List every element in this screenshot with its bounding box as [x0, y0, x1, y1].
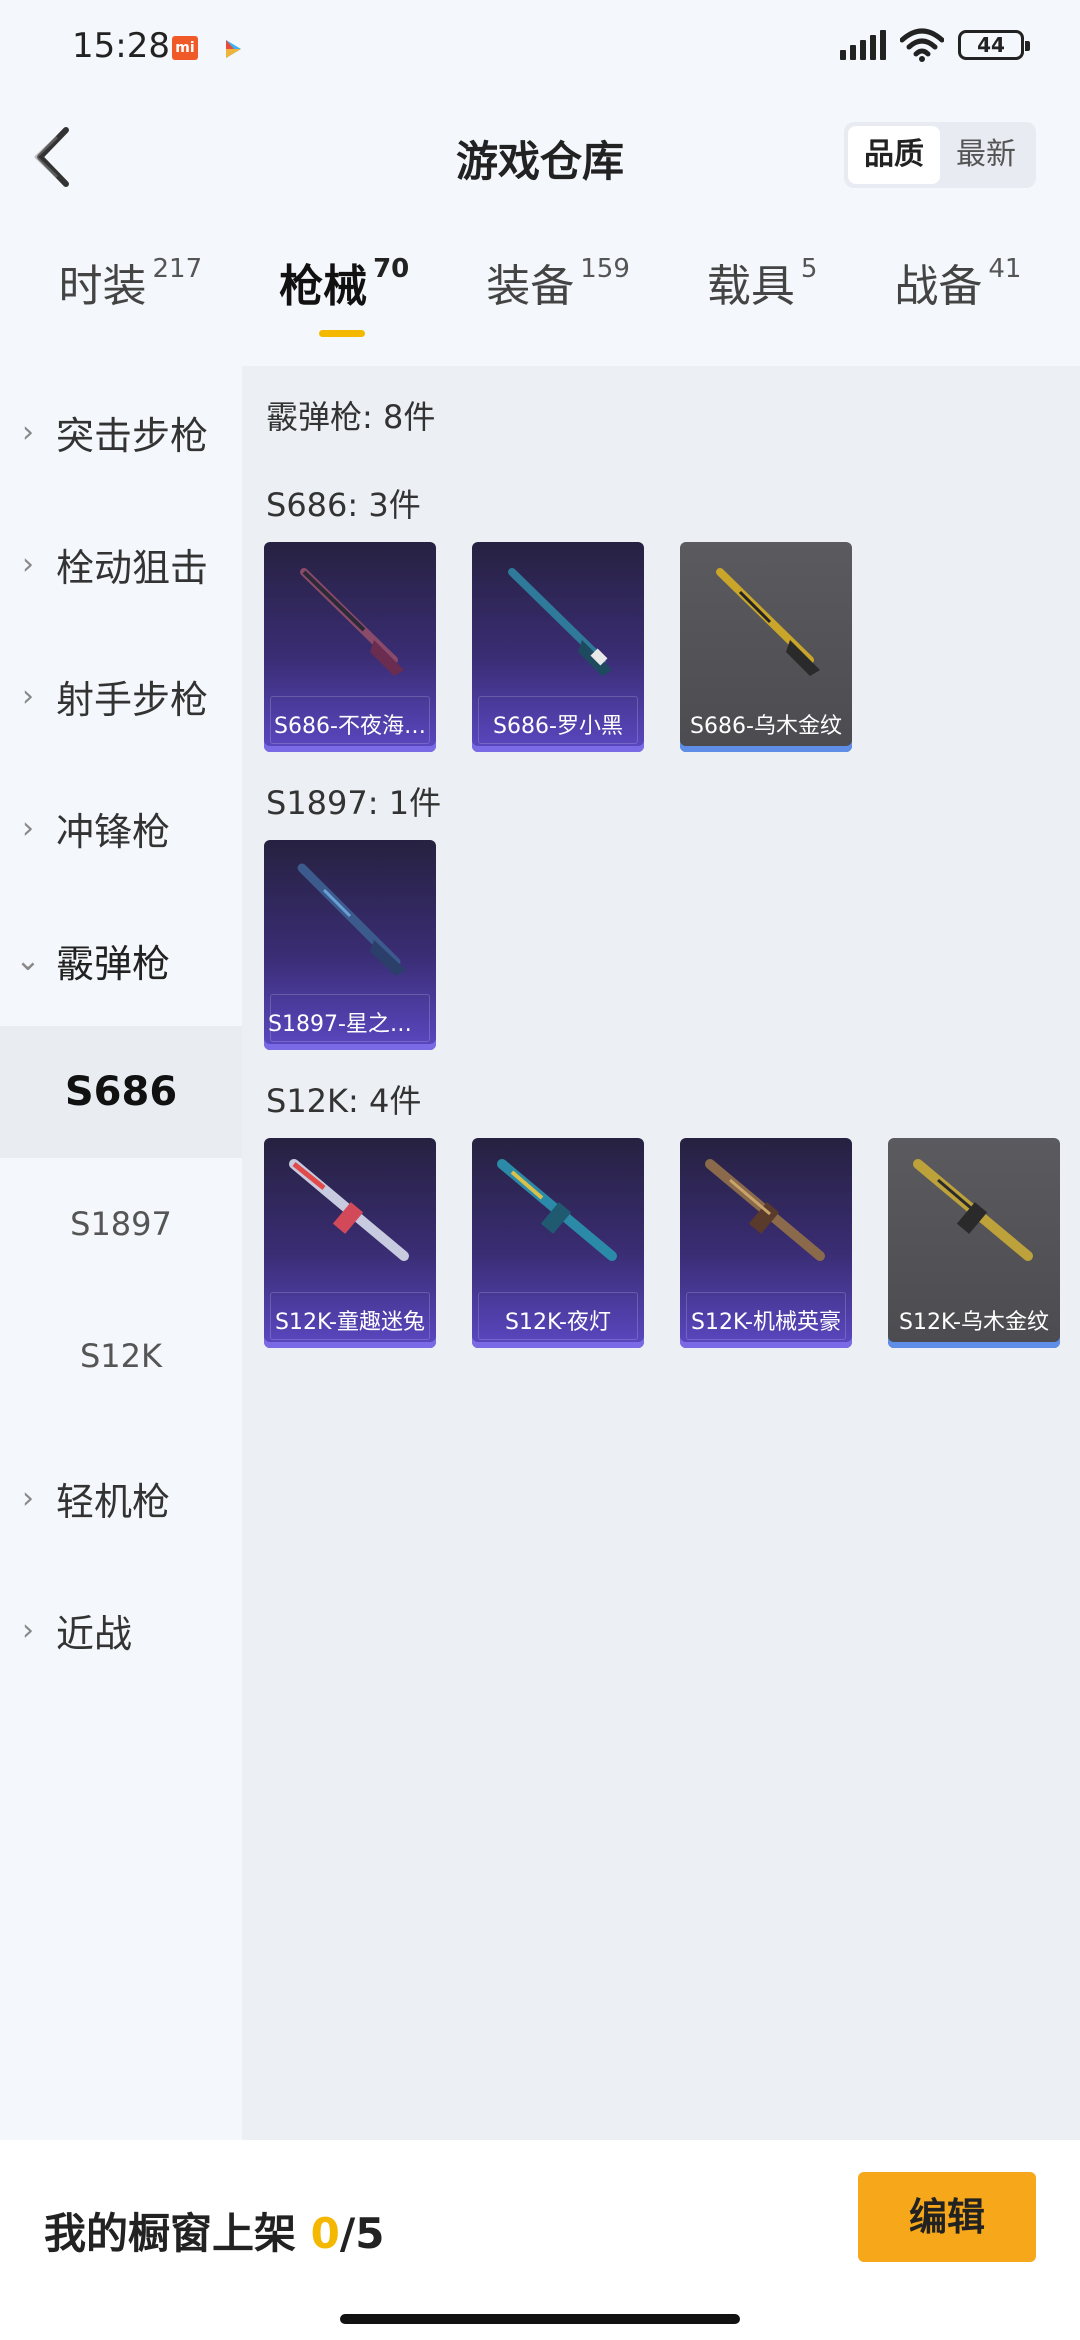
- sidebar: › 突击步枪 › 栓动狙击 › 射手步枪 › 冲锋枪 ⌄ 霰弹枪 S686 S1…: [0, 366, 242, 2140]
- header: 游戏仓库 品质 最新: [0, 100, 1080, 220]
- item-name: S686-乌木金纹: [690, 714, 842, 739]
- shotgun-skin-image: [716, 568, 820, 676]
- tab-count: 41: [988, 254, 1022, 284]
- tab-label: 战备: [894, 261, 983, 312]
- shelf-current-count: 0: [310, 2209, 340, 2258]
- item-name: S1897-星之信仰: [268, 1012, 434, 1037]
- group-title-s12k: S12K: 4件: [266, 1082, 422, 1120]
- rifle-skin-image: [913, 1159, 1033, 1261]
- chevron-right-icon: ›: [22, 1480, 34, 1516]
- signal-icon: [840, 30, 886, 60]
- item-card[interactable]: S12K-机械英豪: [680, 1138, 852, 1348]
- chevron-right-icon: ›: [22, 678, 34, 714]
- tab-count: 5: [800, 254, 818, 284]
- sort-toggle[interactable]: 品质 最新: [844, 122, 1036, 188]
- play-store-icon: [226, 40, 241, 58]
- mi-app-icon: mi: [172, 36, 198, 60]
- tab-label: 枪械: [279, 261, 368, 312]
- group-title-s1897: S1897: 1件: [266, 784, 442, 822]
- sidebar-item-shotgun[interactable]: ⌄ 霰弹枪: [0, 894, 242, 1026]
- sidebar-item-label: 冲锋枪: [56, 809, 171, 854]
- item-name: S12K-机械英豪: [690, 1310, 841, 1335]
- tab-equipment[interactable]: 装备 159: [486, 250, 630, 350]
- tab-label: 载具: [706, 261, 795, 312]
- item-card[interactable]: S686-乌木金纹: [680, 542, 852, 752]
- sidebar-item-label: 轻机枪: [56, 1479, 171, 1524]
- status-indicators: 44: [840, 28, 1030, 62]
- tab-active-indicator: [319, 330, 366, 337]
- item-card[interactable]: S686-罗小黑: [472, 542, 644, 752]
- category-count-title: 霰弹枪: 8件: [266, 398, 436, 436]
- sort-newest-button[interactable]: 最新: [940, 126, 1032, 184]
- bottom-bar: 我的橱窗上架 0/5 编辑: [0, 2140, 1080, 2340]
- group-title-s686: S686: 3件: [266, 486, 421, 524]
- wifi-icon: [900, 28, 944, 62]
- item-name: S12K-乌木金纹: [898, 1310, 1049, 1335]
- sidebar-item-label: 霰弹枪: [56, 941, 171, 986]
- sidebar-item-label: 栓动狙击: [56, 545, 209, 590]
- shotgun-skin-image: [297, 863, 406, 976]
- item-name: S686-罗小黑: [493, 714, 623, 739]
- home-indicator[interactable]: [340, 2314, 740, 2324]
- chevron-right-icon: ›: [22, 414, 34, 450]
- shotgun-skin-image: [300, 568, 404, 676]
- category-tabs: 时装 217 枪械 70 装备 159 载具 5 战备 41: [0, 250, 1080, 350]
- status-bar: 15:28 mi 44: [0, 0, 1080, 100]
- item-card[interactable]: S12K-乌木金纹: [888, 1138, 1060, 1348]
- item-name: S12K-童趣迷兔: [274, 1310, 425, 1335]
- sidebar-item-smg[interactable]: › 冲锋枪: [0, 762, 242, 894]
- shelf-status: 我的橱窗上架 0/5: [44, 2200, 384, 2261]
- sidebar-subitem-s12k[interactable]: S12K: [0, 1290, 242, 1422]
- tab-vehicles[interactable]: 载具 5: [707, 250, 818, 350]
- chevron-right-icon: ›: [22, 1612, 34, 1648]
- battery-icon: 44: [958, 30, 1030, 60]
- item-name: S12K-夜灯: [504, 1310, 611, 1335]
- item-card[interactable]: S1897-星之信仰: [264, 840, 436, 1050]
- tab-count: 70: [373, 254, 410, 284]
- shelf-total-count: /5: [339, 2209, 385, 2258]
- tab-label: 时装: [58, 261, 147, 312]
- chevron-down-icon: ⌄: [15, 942, 41, 978]
- sidebar-item-marksman-rifle[interactable]: › 射手步枪: [0, 630, 242, 762]
- chevron-right-icon: ›: [22, 810, 34, 846]
- sidebar-item-assault-rifle[interactable]: › 突击步枪: [0, 366, 242, 498]
- item-grid-panel: 霰弹枪: 8件 S686: 3件 S686-不夜海… S686-罗小黑 S686…: [242, 366, 1080, 2140]
- sidebar-item-label: 射手步枪: [56, 677, 209, 722]
- rifle-skin-image: [289, 1159, 409, 1261]
- item-name: S686-不夜海…: [274, 714, 426, 739]
- sidebar-item-bolt-sniper[interactable]: › 栓动狙击: [0, 498, 242, 630]
- sidebar-item-label: 近战: [56, 1611, 133, 1656]
- tab-count: 159: [580, 254, 630, 284]
- shotgun-skin-image: [508, 568, 612, 676]
- sidebar-subitem-s686[interactable]: S686: [0, 1026, 242, 1158]
- item-card[interactable]: S12K-夜灯: [472, 1138, 644, 1348]
- rifle-skin-image: [497, 1159, 617, 1261]
- sidebar-item-label: 突击步枪: [56, 413, 209, 458]
- item-card[interactable]: S686-不夜海…: [264, 542, 436, 752]
- shelf-label: 我的橱窗上架: [44, 2209, 297, 2258]
- status-time: 15:28: [72, 26, 170, 66]
- tab-firearms[interactable]: 枪械 70: [279, 250, 409, 350]
- tab-fashion[interactable]: 时装 217: [58, 250, 202, 350]
- rifle-skin-image: [705, 1159, 825, 1261]
- item-card[interactable]: S12K-童趣迷兔: [264, 1138, 436, 1348]
- edit-button[interactable]: 编辑: [858, 2172, 1036, 2262]
- sort-quality-button[interactable]: 品质: [848, 126, 940, 184]
- sidebar-item-lmg[interactable]: › 轻机枪: [0, 1432, 242, 1564]
- tab-label: 装备: [486, 261, 575, 312]
- sidebar-item-melee[interactable]: › 近战: [0, 1564, 242, 1696]
- sidebar-subitem-s1897[interactable]: S1897: [0, 1158, 242, 1290]
- chevron-right-icon: ›: [22, 546, 34, 582]
- tab-count: 217: [152, 254, 203, 284]
- tab-war-supplies[interactable]: 战备 41: [894, 250, 1021, 350]
